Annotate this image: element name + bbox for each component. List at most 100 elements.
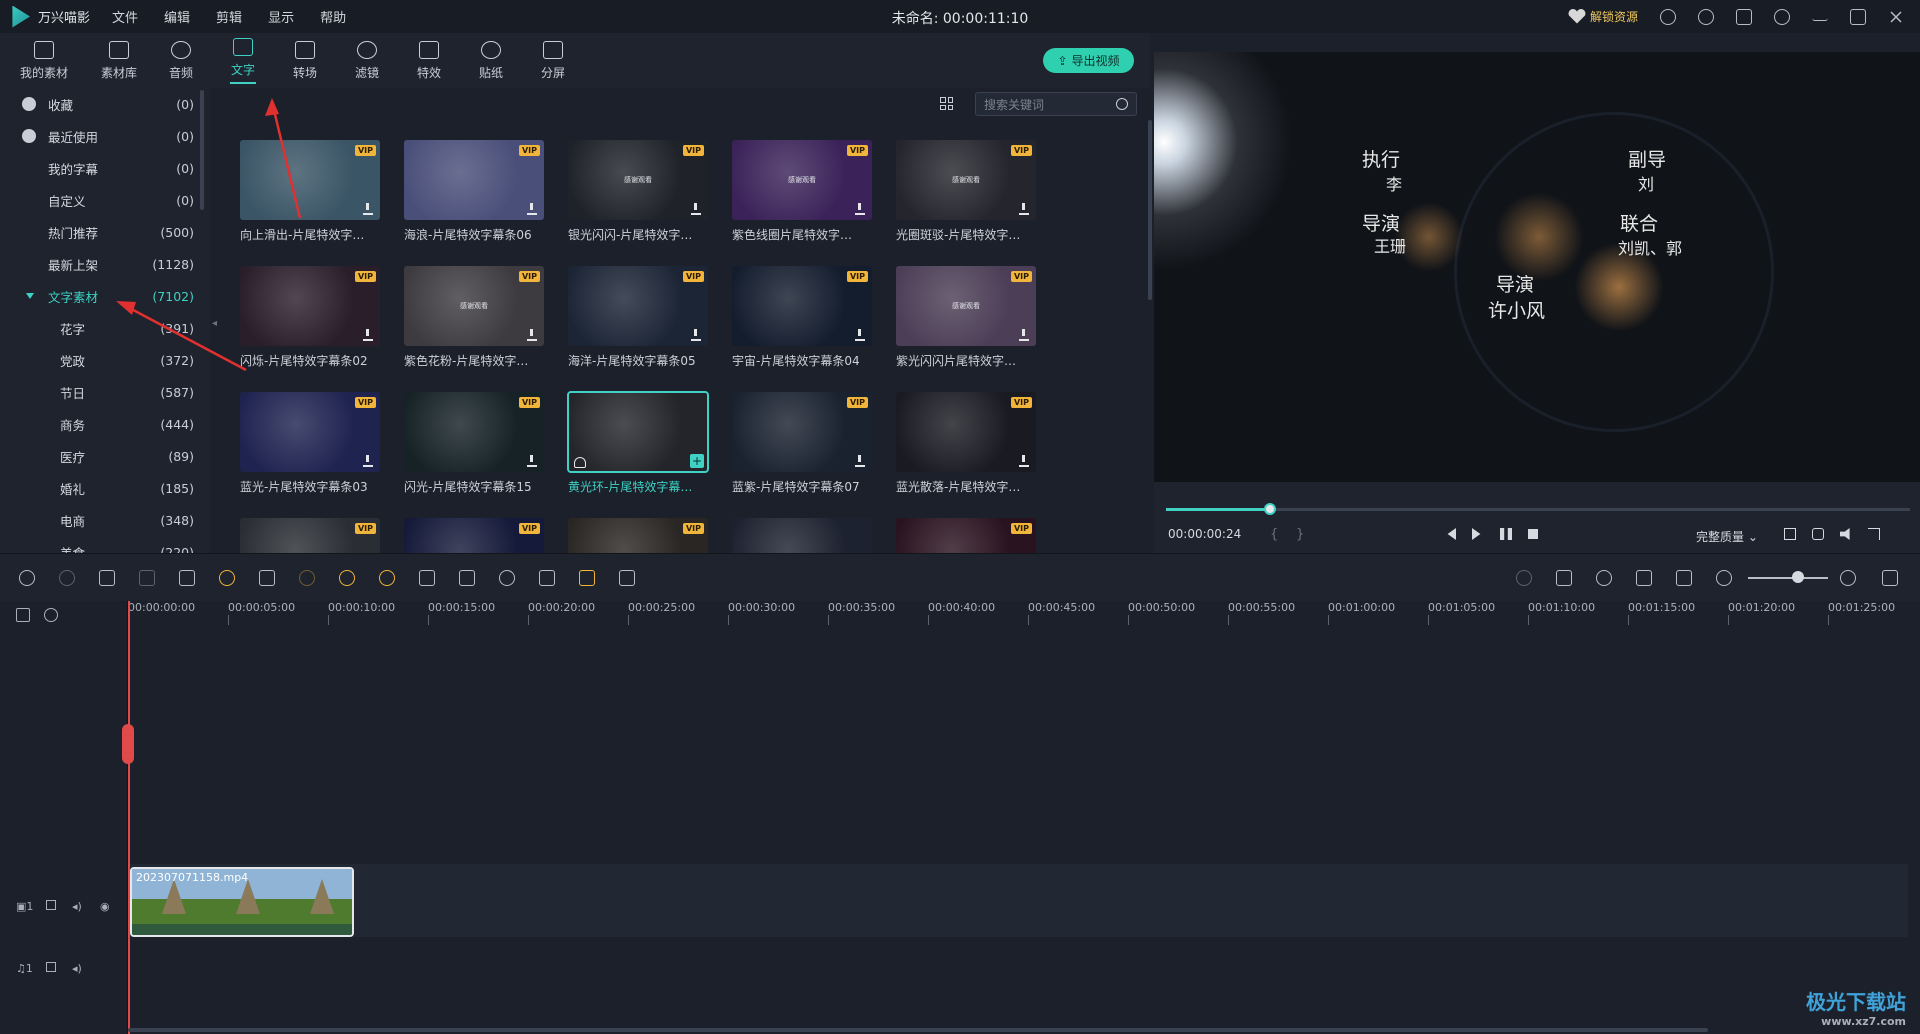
focus-icon[interactable]	[419, 570, 435, 586]
template-card[interactable]: 感谢观看 VIP 紫色花粉-片尾特效字…	[404, 266, 568, 392]
sidebar-scrollbar[interactable]	[200, 90, 204, 210]
add-to-timeline-icon[interactable]: +	[690, 454, 704, 468]
timeline-horizontal-scrollbar[interactable]	[128, 1028, 1708, 1032]
category-item[interactable]: 节日 (587)	[0, 376, 210, 408]
display-icon[interactable]	[1784, 528, 1796, 540]
template-thumbnail[interactable]: VIP	[404, 518, 544, 553]
menu-edit[interactable]: 编辑	[164, 7, 190, 26]
download-icon[interactable]	[1736, 8, 1752, 25]
playback-progress-bar[interactable]	[1166, 503, 1910, 515]
lock-icon[interactable]	[46, 962, 56, 972]
download-icon[interactable]	[691, 203, 701, 215]
template-card[interactable]: VIP 宇宙-片尾特效字幕条04	[732, 266, 896, 392]
template-thumbnail[interactable]: 感谢观看 VIP	[568, 140, 708, 220]
download-icon[interactable]	[363, 455, 373, 467]
template-card[interactable]: 感谢观看 VIP 银光闪闪-片尾特效字…	[568, 140, 732, 266]
download-icon[interactable]	[855, 329, 865, 341]
step-back-icon[interactable]	[1447, 528, 1456, 540]
template-thumbnail[interactable]: VIP	[732, 266, 872, 346]
redo-icon[interactable]	[59, 570, 75, 586]
lock-icon[interactable]	[46, 900, 56, 910]
mark-in-icon[interactable]: {	[1270, 527, 1278, 542]
category-item[interactable]: 婚礼 (185)	[0, 472, 210, 504]
template-thumbnail[interactable]: VIP	[896, 518, 1036, 553]
template-card[interactable]	[732, 518, 896, 553]
download-icon[interactable]	[527, 455, 537, 467]
grid-view-icon[interactable]	[940, 97, 953, 110]
message-icon[interactable]	[1698, 8, 1714, 25]
pen-icon[interactable]	[539, 570, 555, 586]
search-input[interactable]: 搜索关键词	[975, 92, 1137, 116]
template-card[interactable]: VIP 蓝紫-片尾特效字幕条07	[732, 392, 896, 518]
volume-icon[interactable]	[1840, 528, 1850, 540]
refresh-icon[interactable]	[1774, 8, 1790, 25]
maximize-icon[interactable]	[1850, 8, 1866, 25]
tab-text[interactable]: 文字	[212, 33, 274, 88]
tab-filter[interactable]: 滤镜	[336, 33, 398, 88]
microphone-icon[interactable]	[1596, 570, 1612, 586]
link-icon[interactable]	[44, 608, 58, 622]
search-icon[interactable]	[1116, 98, 1128, 110]
tab-audio[interactable]: 音频	[150, 33, 212, 88]
template-card[interactable]: 感谢观看 VIP 紫色线圈片尾特效字…	[732, 140, 896, 266]
adjust-icon[interactable]	[619, 570, 635, 586]
download-icon[interactable]	[855, 203, 865, 215]
template-thumbnail[interactable]: VIP	[732, 392, 872, 472]
category-item[interactable]: 电商 (348)	[0, 504, 210, 536]
category-item[interactable]: 文字素材 (7102)	[0, 280, 210, 312]
category-item[interactable]: 最近使用 (0)	[0, 120, 210, 152]
category-item[interactable]: 最新上架 (1128)	[0, 248, 210, 280]
template-thumbnail[interactable]: VIP	[404, 392, 544, 472]
add-track-icon[interactable]	[16, 608, 30, 622]
speed-icon[interactable]	[219, 570, 235, 586]
template-thumbnail[interactable]: VIP	[568, 518, 708, 553]
category-item[interactable]: 商务 (444)	[0, 408, 210, 440]
template-thumbnail[interactable]: VIP	[896, 392, 1036, 472]
template-thumbnail[interactable]: VIP	[240, 518, 380, 553]
unlock-resources-button[interactable]: 解锁资源	[1568, 8, 1638, 25]
tab-my-media[interactable]: 我的素材	[0, 33, 88, 88]
quality-select[interactable]: 完整质量 ⌄	[1696, 528, 1758, 545]
template-scrollbar[interactable]	[1148, 120, 1152, 300]
zoom-in-icon[interactable]	[1840, 570, 1856, 586]
template-card[interactable]: VIP 向上滑出-片尾特效字…	[240, 140, 404, 266]
tab-split-screen[interactable]: 分屏	[522, 33, 584, 88]
download-icon[interactable]	[363, 203, 373, 215]
template-card[interactable]: 感谢观看 VIP 光圈斑驳-片尾特效字…	[896, 140, 1060, 266]
category-item[interactable]: 我的字幕 (0)	[0, 152, 210, 184]
download-icon[interactable]	[527, 203, 537, 215]
download-icon[interactable]	[1019, 455, 1029, 467]
playhead[interactable]	[128, 601, 130, 1034]
volume-icon[interactable]: ◂)	[72, 962, 82, 975]
collapse-sidebar-handle[interactable]: ◂	[212, 318, 220, 358]
template-thumbnail[interactable]: VIP	[404, 140, 544, 220]
layout-icon[interactable]	[1882, 570, 1898, 586]
template-thumbnail[interactable]: 感谢观看 VIP	[732, 140, 872, 220]
delete-icon[interactable]	[99, 570, 115, 586]
step-forward-icon[interactable]	[1472, 528, 1481, 540]
progress-knob[interactable]	[1264, 503, 1277, 515]
text-tool-icon[interactable]	[179, 570, 195, 586]
template-card[interactable]: VIP 蓝光散落-片尾特效字…	[896, 392, 1060, 518]
stop-icon[interactable]	[1528, 529, 1538, 539]
export-video-button[interactable]: ⇪ 导出视频	[1043, 48, 1134, 73]
mark-out-icon[interactable]: }	[1296, 527, 1304, 542]
camera-icon[interactable]	[1812, 528, 1824, 540]
tab-effect[interactable]: 特效	[398, 33, 460, 88]
crop-icon[interactable]	[459, 570, 475, 586]
zoom-slider[interactable]	[1748, 577, 1828, 579]
tab-transition[interactable]: 转场	[274, 33, 336, 88]
template-card[interactable]: VIP 蓝光-片尾特效字幕条03	[240, 392, 404, 518]
category-item[interactable]: 党政 (372)	[0, 344, 210, 376]
video-clip[interactable]: 202307071158.mp4	[130, 867, 354, 937]
template-card[interactable]: VIP 闪烁-片尾特效字幕条02	[240, 266, 404, 392]
keyframe-icon[interactable]	[339, 570, 355, 586]
minimize-icon[interactable]	[1812, 13, 1828, 21]
zoom-slider-knob[interactable]	[1792, 571, 1804, 583]
menu-view[interactable]: 显示	[268, 7, 294, 26]
color-icon[interactable]	[379, 570, 395, 586]
template-thumbnail[interactable]: 感谢观看 VIP	[896, 266, 1036, 346]
favorite-heart-icon[interactable]	[574, 457, 586, 468]
template-thumbnail[interactable]	[732, 518, 872, 553]
menu-help[interactable]: 帮助	[320, 7, 346, 26]
